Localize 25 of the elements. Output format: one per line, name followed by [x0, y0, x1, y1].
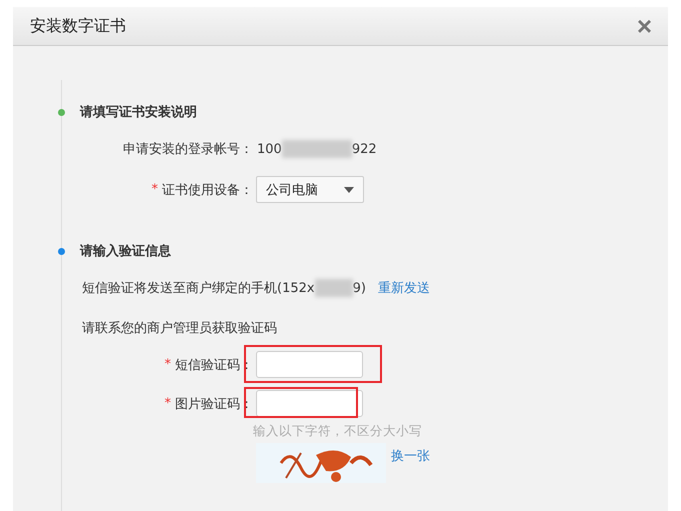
required-mark: *: [164, 396, 171, 411]
required-mark: *: [152, 182, 158, 197]
redaction-blur: [282, 140, 352, 158]
device-select[interactable]: 公司电脑: [256, 176, 364, 203]
caret-icon: [344, 186, 354, 192]
section-heading: 请填写证书安装说明: [80, 104, 197, 121]
account-number: 922: [352, 142, 377, 156]
field-label: 申请安装的登录帐号：: [123, 141, 253, 158]
redaction-blur: [314, 279, 353, 297]
close-button[interactable]: ×: [636, 14, 652, 38]
code-input[interactable]: [256, 390, 363, 417]
account-number: 100: [257, 142, 282, 156]
contact-notice: 请联系您的商户管理员获取验证码: [82, 320, 277, 337]
section-heading: 请输入验证信息: [80, 242, 171, 260]
sms-notice: 短信验证将发送至商户绑定的手机(152x: [82, 280, 315, 297]
captcha-hint: 输入以下字符，不区分大小写: [253, 422, 422, 440]
code-input[interactable]: [256, 351, 363, 378]
field-label: 证书使用设备：: [162, 182, 253, 198]
field-label: 图片验证码：: [175, 396, 253, 412]
dialog-title: 安装数字证书: [30, 16, 126, 36]
resend-link[interactable]: 重新发送: [378, 279, 430, 297]
field-label: 短信验证码：: [175, 356, 253, 374]
sms-notice: 9): [352, 280, 366, 296]
refresh-captcha-link[interactable]: 换一张: [391, 447, 430, 465]
required-mark: *: [164, 357, 171, 372]
